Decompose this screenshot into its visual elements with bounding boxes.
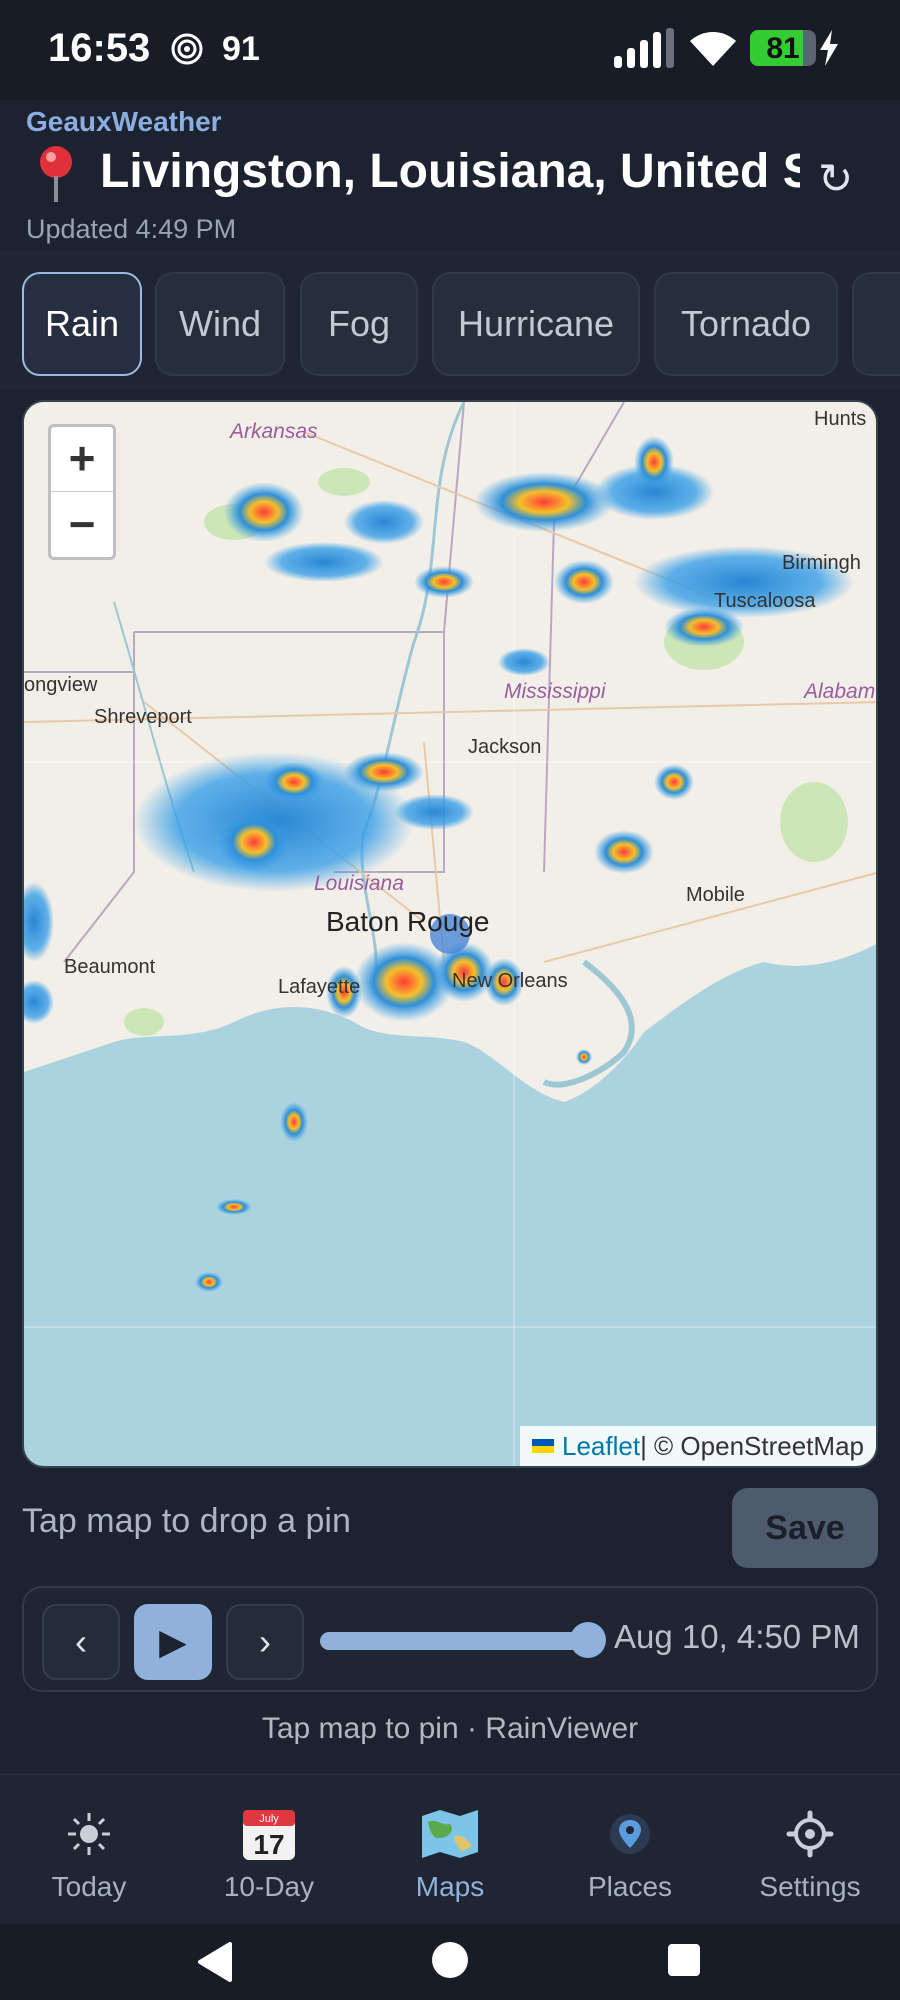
map-label-huntsville: Hunts bbox=[814, 408, 867, 430]
osm-attribution[interactable]: | © OpenStreetMap bbox=[640, 1431, 864, 1462]
tab-wind[interactable]: Wind bbox=[155, 272, 285, 376]
map-label-jackson: Jackson bbox=[468, 736, 542, 758]
location-pin-icon bbox=[40, 146, 72, 202]
frame-timestamp: Aug 10, 4:50 PM bbox=[614, 1618, 860, 1655]
timeline-slider-handle[interactable] bbox=[570, 1622, 606, 1658]
sun-icon bbox=[68, 1813, 110, 1855]
nav-label-maps: Maps bbox=[415, 1871, 485, 1902]
bottom-navigation: Today July 17 10-Day Maps Places Setting… bbox=[0, 1774, 900, 1925]
updated-time: Updated 4:49 PM bbox=[26, 214, 237, 244]
map-footnote: Tap map to pin · RainViewer bbox=[261, 1712, 639, 1745]
hurricane-spiral-icon bbox=[171, 33, 203, 65]
battery-indicator: 81 bbox=[750, 30, 816, 66]
nav-maps[interactable]: Maps bbox=[375, 1799, 525, 1903]
map-label-lafayette: Lafayette bbox=[278, 976, 361, 998]
radar-playback-controls: ‹ ▶ › Aug 10, 4:50 PM bbox=[22, 1586, 878, 1692]
map-attribution: Leaflet | © OpenStreetMap bbox=[520, 1426, 876, 1466]
back-icon[interactable] bbox=[196, 1940, 232, 1984]
tab-tornado[interactable]: Tornado bbox=[654, 272, 838, 376]
timeline-slider[interactable] bbox=[320, 1632, 588, 1650]
map-label-beaumont: Beaumont bbox=[64, 956, 156, 978]
charging-bolt-icon bbox=[820, 30, 838, 66]
nav-label-10-day: 10-Day bbox=[223, 1871, 315, 1902]
nav-10-day[interactable]: July 17 10-Day bbox=[194, 1799, 344, 1903]
map-label-shreveport: Shreveport bbox=[94, 706, 192, 728]
status-time: 16:53 bbox=[48, 26, 151, 70]
map-label-alabama: Alabam bbox=[804, 680, 876, 703]
location-header: GeauxWeather Livingston, Louisiana, Unit… bbox=[0, 100, 900, 250]
nav-settings[interactable]: Settings bbox=[735, 1799, 885, 1903]
nav-label-places: Places bbox=[587, 1871, 673, 1902]
map-label-louisiana: Louisiana bbox=[314, 872, 404, 895]
signal-icon bbox=[614, 28, 674, 68]
status-temperature: 91 bbox=[222, 30, 260, 68]
drop-pin-hint: Tap map to drop a pin bbox=[22, 1502, 351, 1540]
map-label-mobile: Mobile bbox=[686, 884, 745, 906]
battery-percent: 81 bbox=[766, 32, 800, 65]
nav-places[interactable]: Places bbox=[555, 1799, 705, 1903]
next-frame-button[interactable]: › bbox=[226, 1604, 304, 1680]
map-icon bbox=[422, 1810, 478, 1858]
tab-rain[interactable]: Rain bbox=[22, 272, 142, 376]
refresh-icon[interactable]: ↻ bbox=[818, 154, 853, 203]
radar-map[interactable]: Arkansas Hunts Birmingh Tuscaloosa ongvi… bbox=[22, 400, 878, 1468]
map-label-arkansas: Arkansas bbox=[230, 420, 318, 443]
map-label-birmingham: Birmingh bbox=[782, 552, 861, 574]
ukraine-flag-icon bbox=[532, 1439, 554, 1453]
location-title[interactable]: Livingston, Louisiana, United S… bbox=[100, 144, 800, 199]
nav-label-settings: Settings bbox=[759, 1871, 861, 1902]
zoom-in-button[interactable]: + bbox=[51, 427, 113, 492]
map-layer-tabs: Rain Wind Fog Hurricane Tornado bbox=[0, 250, 900, 390]
svg-text:17: 17 bbox=[253, 1829, 284, 1860]
tab-fog[interactable]: Fog bbox=[300, 272, 418, 376]
nav-today[interactable]: Today bbox=[14, 1799, 164, 1903]
map-label-mississippi: Mississippi bbox=[504, 680, 606, 703]
app-name: GeauxWeather bbox=[26, 106, 222, 137]
wifi-icon bbox=[690, 32, 736, 66]
system-navigation-bar bbox=[0, 1924, 900, 2000]
leaflet-link[interactable]: Leaflet bbox=[562, 1431, 640, 1462]
gear-icon bbox=[786, 1810, 834, 1858]
nav-label-today: Today bbox=[51, 1871, 127, 1902]
tab-hurricane[interactable]: Hurricane bbox=[432, 272, 640, 376]
zoom-control: + − bbox=[48, 424, 116, 560]
location-pin-icon bbox=[610, 1814, 650, 1854]
status-bar: 16:53 91 81 bbox=[0, 0, 900, 100]
home-icon[interactable] bbox=[430, 1940, 470, 1980]
recents-icon[interactable] bbox=[666, 1942, 702, 1978]
map-label-longview: ongview bbox=[24, 674, 98, 696]
play-button[interactable]: ▶ bbox=[134, 1604, 212, 1680]
previous-frame-button[interactable]: ‹ bbox=[42, 1604, 120, 1680]
map-label-new-orleans: New Orleans bbox=[452, 970, 568, 992]
calendar-icon: July 17 bbox=[243, 1810, 295, 1860]
save-button[interactable]: Save bbox=[732, 1488, 878, 1568]
map-label-baton-rouge: Baton Rouge bbox=[326, 906, 490, 937]
svg-text:July: July bbox=[259, 1813, 279, 1825]
map-label-tuscaloosa: Tuscaloosa bbox=[714, 590, 816, 612]
tab-more[interactable] bbox=[852, 272, 900, 376]
zoom-out-button[interactable]: − bbox=[51, 493, 113, 557]
